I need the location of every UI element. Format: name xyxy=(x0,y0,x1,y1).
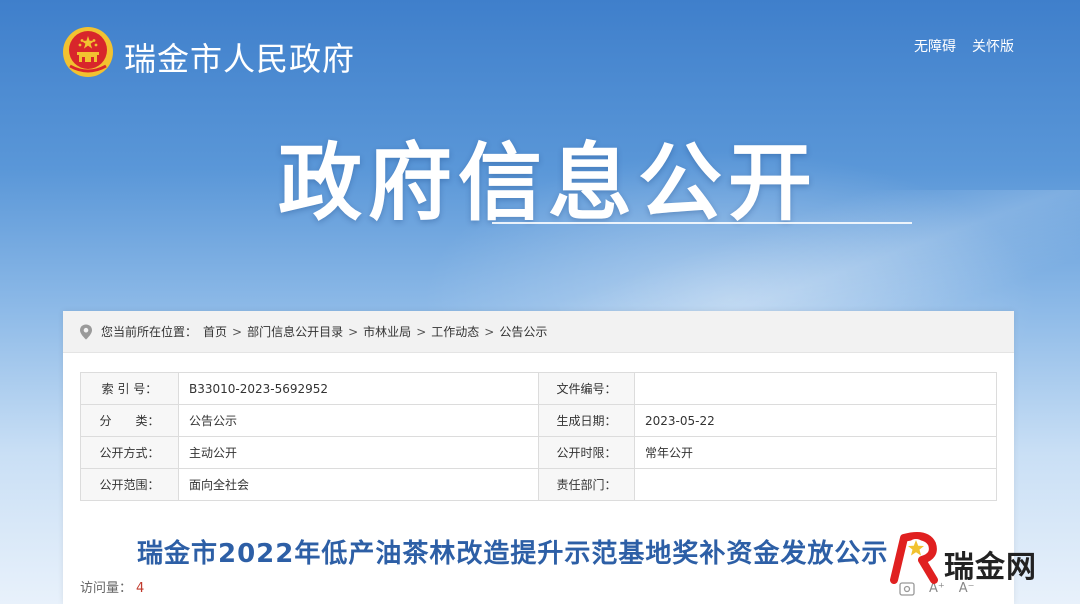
visit-count-value: 4 xyxy=(136,581,145,596)
metadata-table: 索 引 号： B33010-2023-5692952 文件编号： 分 类： 公告… xyxy=(80,372,997,501)
site-name[interactable]: 瑞金市人民政府 xyxy=(124,34,355,80)
breadcrumb-prefix: 您当前所在位置： xyxy=(101,325,198,339)
breadcrumb-separator: > xyxy=(416,324,427,339)
responsible-dept-value xyxy=(634,468,997,501)
top-links: 无障碍 关怀版 xyxy=(914,36,1014,56)
disclosure-scope-label: 公开范围： xyxy=(80,468,179,501)
disclosure-period-label: 公开时限： xyxy=(538,436,635,469)
created-date-label: 生成日期： xyxy=(538,404,635,437)
breadcrumb-separator: > xyxy=(348,324,359,339)
watermark: 瑞金网 xyxy=(886,528,1076,592)
category-value: 公告公示 xyxy=(178,404,539,437)
ruijin-net-logo-icon xyxy=(890,532,938,584)
table-row: 分 类： 公告公示 生成日期： 2023-05-22 xyxy=(80,404,997,437)
hero-title: 政府信息公开 xyxy=(278,134,819,232)
breadcrumb-forestry-bureau[interactable]: 市林业局 xyxy=(363,323,411,340)
breadcrumb-work-news[interactable]: 工作动态 xyxy=(431,323,479,340)
location-pin-icon xyxy=(80,324,92,339)
disclosure-method-label: 公开方式： xyxy=(80,436,179,469)
disclosure-method-value: 主动公开 xyxy=(178,436,539,469)
breadcrumb-separator: > xyxy=(484,324,495,339)
breadcrumb-dept-catalog[interactable]: 部门信息公开目录 xyxy=(247,323,343,340)
disclosure-scope-value: 面向全社会 xyxy=(178,468,539,501)
breadcrumb-home[interactable]: 首页 xyxy=(203,323,227,340)
content-panel: 您当前所在位置： 首页 > 部门信息公开目录 > 市林业局 > 工作动态 > 公… xyxy=(63,311,1014,604)
index-number-label: 索 引 号： xyxy=(80,372,179,405)
category-label: 分 类： xyxy=(80,404,179,437)
breadcrumb-announcements[interactable]: 公告公示 xyxy=(499,323,547,340)
created-date-value: 2023-05-22 xyxy=(634,404,997,437)
visit-count: 访问量： 4 xyxy=(80,577,144,596)
breadcrumb-separator: > xyxy=(232,324,243,339)
responsible-dept-label: 责任部门： xyxy=(538,468,635,501)
index-number-value: B33010-2023-5692952 xyxy=(178,372,539,405)
accessibility-link[interactable]: 无障碍 xyxy=(914,36,956,56)
document-number-label: 文件编号： xyxy=(538,372,635,405)
breadcrumb: 您当前所在位置： 首页 > 部门信息公开目录 > 市林业局 > 工作动态 > 公… xyxy=(63,311,1014,353)
visit-count-label: 访问量： xyxy=(80,581,133,596)
table-row: 公开范围： 面向全社会 责任部门： xyxy=(80,468,997,501)
hero-underline xyxy=(492,222,912,224)
watermark-text: 瑞金网 xyxy=(944,550,1037,585)
elder-care-mode-link[interactable]: 关怀版 xyxy=(972,36,1014,56)
disclosure-period-value: 常年公开 xyxy=(634,436,997,469)
table-row: 公开方式： 主动公开 公开时限： 常年公开 xyxy=(80,436,997,469)
document-title: 瑞金市2022年低产油茶林改造提升示范基地奖补资金发放公示 xyxy=(137,539,889,569)
document-number-value xyxy=(634,372,997,405)
national-emblem-icon xyxy=(63,27,113,77)
table-row: 索 引 号： B33010-2023-5692952 文件编号： xyxy=(80,372,997,405)
